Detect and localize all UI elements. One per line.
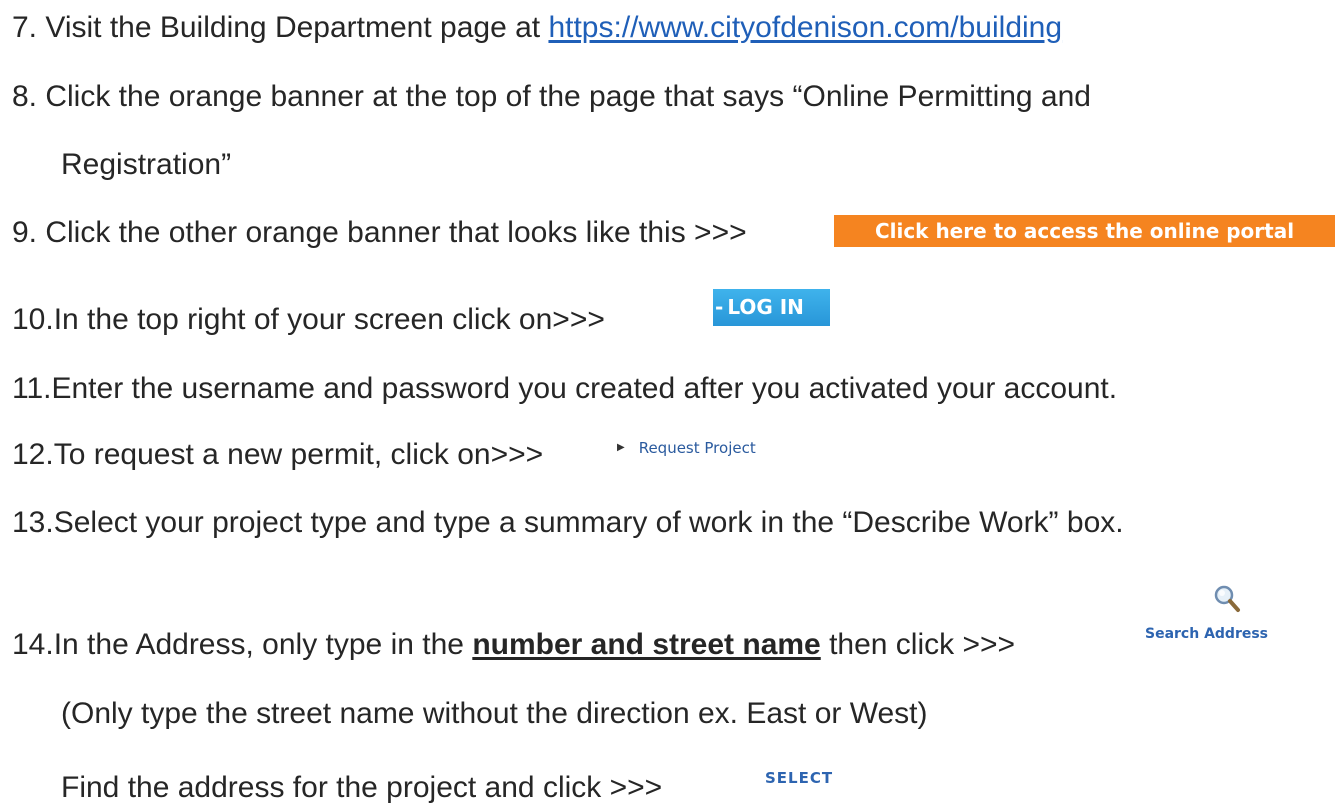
building-department-link[interactable]: https://www.cityofdenison.com/building bbox=[548, 11, 1062, 44]
online-portal-banner[interactable]: Click here to access the online portal bbox=[834, 215, 1335, 247]
step-14-suffix: then click >>> bbox=[820, 628, 1016, 661]
step-14-prefix: 14.In the Address, only type in the bbox=[12, 628, 473, 661]
magnifier-icon[interactable] bbox=[1212, 583, 1248, 615]
step-10: 10.In the top right of your screen click… bbox=[12, 303, 605, 336]
step-7-text: 7. Visit the Building Department page at bbox=[12, 11, 549, 44]
request-project-link[interactable]: ▶ Request Project bbox=[617, 439, 756, 457]
step-11: 11.Enter the username and password you c… bbox=[12, 372, 1118, 405]
step-14-find-text: Find the address for the project and cli… bbox=[61, 771, 663, 804]
log-in-label: LOG IN bbox=[727, 295, 804, 319]
step-14-emphasis: number and street name bbox=[472, 628, 821, 661]
log-in-dash: - bbox=[715, 295, 724, 319]
search-address-button[interactable]: Search Address bbox=[1145, 626, 1268, 642]
step-13: 13.Select your project type and type a s… bbox=[12, 506, 1124, 539]
step-9: 9. Click the other orange banner that lo… bbox=[12, 216, 747, 249]
step-7: 7. Visit the Building Department page at… bbox=[12, 10, 1062, 46]
triangle-right-icon: ▶ bbox=[617, 442, 625, 453]
step-12: 12.To request a new permit, click on>>> bbox=[12, 438, 544, 471]
request-project-label: Request Project bbox=[638, 439, 756, 457]
step-8-line-1: 8. Click the orange banner at the top of… bbox=[12, 80, 1091, 113]
step-14: 14.In the Address, only type in the numb… bbox=[12, 627, 1015, 663]
step-8-line-2: Registration” bbox=[61, 148, 232, 181]
log-in-button[interactable]: - LOG IN bbox=[713, 289, 830, 326]
step-14-note: (Only type the street name without the d… bbox=[61, 697, 928, 730]
select-button[interactable]: SELECT bbox=[765, 769, 833, 787]
